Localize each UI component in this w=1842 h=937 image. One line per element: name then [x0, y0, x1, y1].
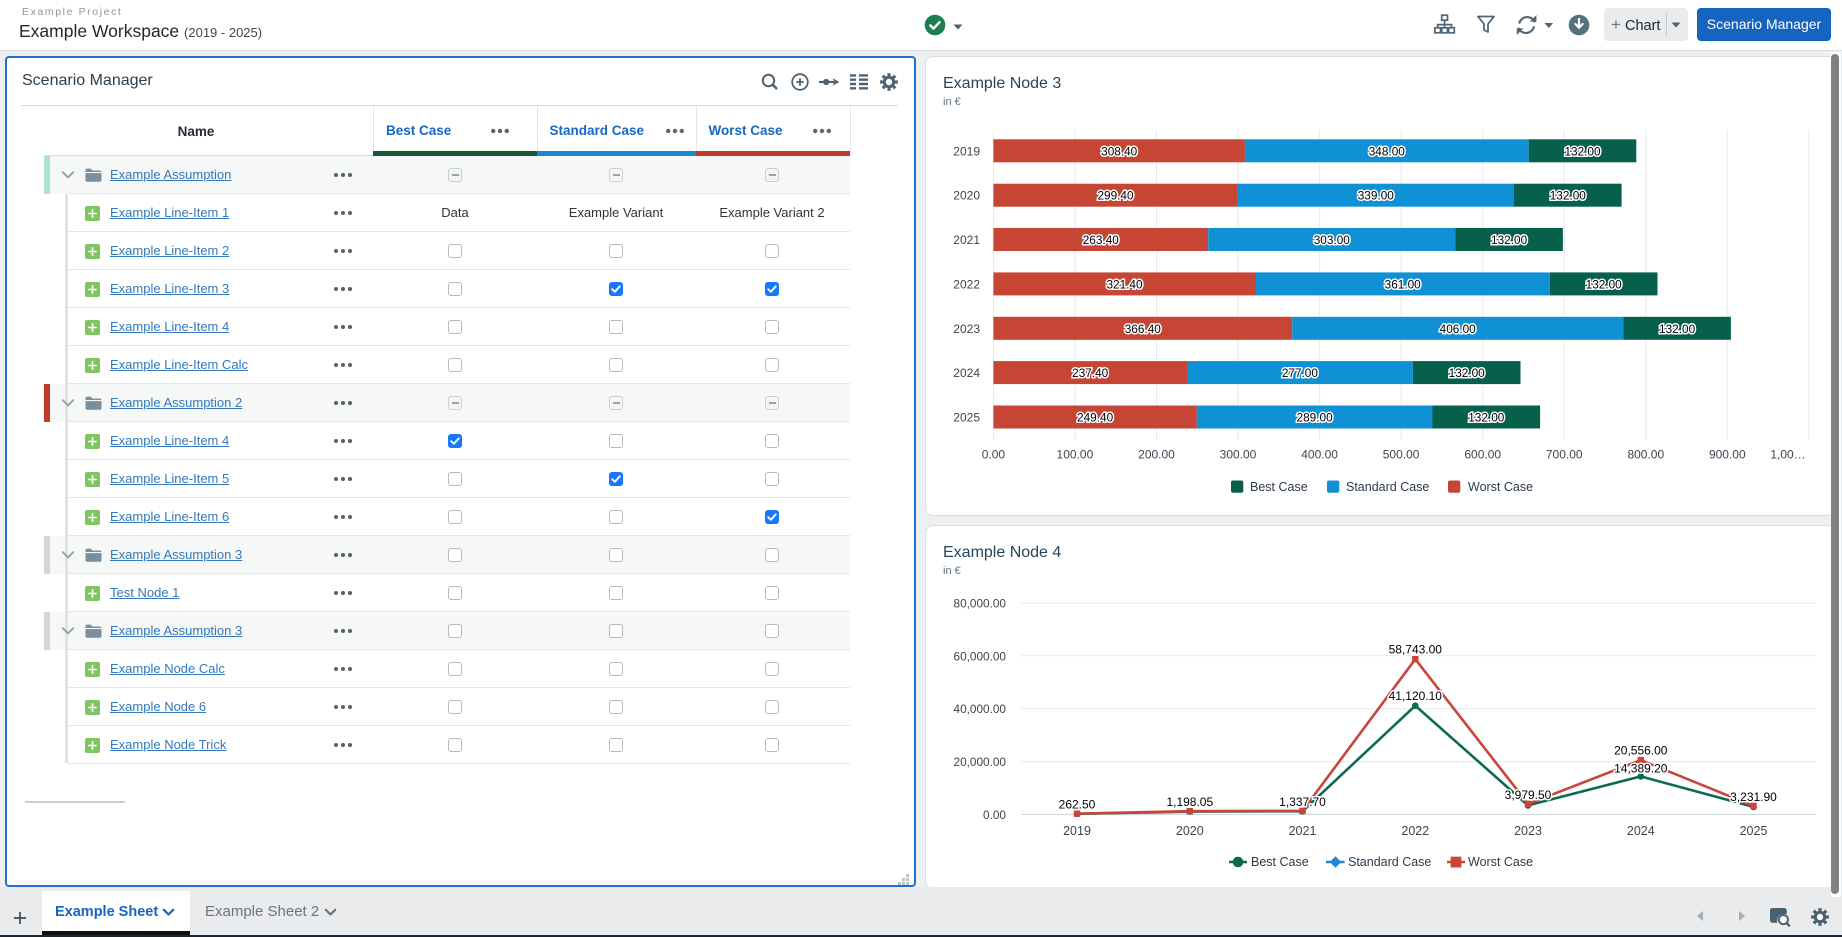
svg-text:262.50: 262.50 — [1059, 798, 1096, 812]
svg-text:132.00: 132.00 — [1586, 277, 1623, 291]
svg-text:in €: in € — [943, 565, 961, 577]
svg-text:20,000.00: 20,000.00 — [954, 755, 1007, 769]
svg-text:Best Case: Best Case — [1251, 855, 1309, 869]
svg-text:1,00…: 1,00… — [1770, 448, 1805, 462]
svg-text:Worst Case: Worst Case — [1468, 480, 1533, 494]
svg-text:2025: 2025 — [1740, 824, 1768, 838]
svg-text:263.40: 263.40 — [1083, 233, 1120, 247]
svg-text:Example Node 4: Example Node 4 — [943, 544, 1061, 561]
svg-text:2022: 2022 — [953, 277, 980, 291]
svg-text:132.00: 132.00 — [1491, 233, 1528, 247]
svg-text:40,000.00: 40,000.00 — [954, 702, 1007, 716]
svg-text:Standard Case: Standard Case — [1346, 480, 1429, 494]
svg-text:2024: 2024 — [1627, 824, 1655, 838]
svg-text:348.00: 348.00 — [1369, 144, 1406, 158]
svg-text:2019: 2019 — [953, 144, 980, 158]
svg-text:2020: 2020 — [953, 189, 980, 203]
svg-text:132.00: 132.00 — [1449, 366, 1486, 380]
svg-text:400.00: 400.00 — [1301, 448, 1338, 462]
svg-text:2021: 2021 — [1289, 824, 1317, 838]
svg-text:237.40: 237.40 — [1072, 366, 1109, 380]
svg-text:41,120.10: 41,120.10 — [1389, 689, 1443, 703]
svg-text:800.00: 800.00 — [1627, 448, 1664, 462]
svg-text:2021: 2021 — [953, 233, 980, 247]
svg-text:58,743.00: 58,743.00 — [1389, 643, 1443, 657]
svg-text:3,231.90: 3,231.90 — [1730, 790, 1777, 804]
svg-text:600.00: 600.00 — [1464, 448, 1501, 462]
svg-text:200.00: 200.00 — [1138, 448, 1175, 462]
svg-text:132.00: 132.00 — [1564, 144, 1601, 158]
svg-text:in €: in € — [943, 96, 961, 108]
svg-text:700.00: 700.00 — [1546, 448, 1583, 462]
svg-text:132.00: 132.00 — [1659, 322, 1696, 336]
svg-text:132.00: 132.00 — [1468, 411, 1505, 425]
svg-text:303.00: 303.00 — [1314, 233, 1351, 247]
svg-text:1,198.05: 1,198.05 — [1166, 795, 1213, 809]
svg-text:Worst Case: Worst Case — [1468, 855, 1533, 869]
svg-text:900.00: 900.00 — [1709, 448, 1746, 462]
svg-text:500.00: 500.00 — [1383, 448, 1420, 462]
svg-text:80,000.00: 80,000.00 — [954, 597, 1007, 611]
svg-text:3,979.50: 3,979.50 — [1505, 788, 1552, 802]
svg-text:406.00: 406.00 — [1440, 322, 1477, 336]
svg-text:2020: 2020 — [1176, 824, 1204, 838]
svg-text:277.00: 277.00 — [1282, 366, 1319, 380]
svg-text:1,337.70: 1,337.70 — [1279, 795, 1326, 809]
svg-text:Example Node 3: Example Node 3 — [943, 75, 1061, 92]
svg-text:0.00: 0.00 — [982, 448, 1006, 462]
svg-text:366.40: 366.40 — [1125, 322, 1162, 336]
svg-text:100.00: 100.00 — [1057, 448, 1094, 462]
svg-text:20,556.00: 20,556.00 — [1614, 744, 1668, 758]
svg-text:289.00: 289.00 — [1297, 411, 1334, 425]
svg-text:2024: 2024 — [953, 366, 980, 380]
svg-text:300.00: 300.00 — [1220, 448, 1257, 462]
svg-text:Best Case: Best Case — [1250, 480, 1308, 494]
svg-text:14,389.20: 14,389.20 — [1614, 761, 1668, 775]
svg-text:2019: 2019 — [1063, 824, 1091, 838]
svg-text:299.40: 299.40 — [1097, 189, 1134, 203]
svg-text:308.40: 308.40 — [1101, 144, 1138, 158]
svg-text:2023: 2023 — [953, 322, 980, 336]
svg-text:2022: 2022 — [1401, 824, 1429, 838]
svg-text:2025: 2025 — [953, 411, 980, 425]
svg-text:249.40: 249.40 — [1077, 411, 1114, 425]
svg-text:339.00: 339.00 — [1358, 189, 1395, 203]
svg-text:361.00: 361.00 — [1385, 277, 1422, 291]
svg-text:321.40: 321.40 — [1106, 277, 1143, 291]
svg-text:60,000.00: 60,000.00 — [954, 649, 1007, 663]
svg-text:2023: 2023 — [1514, 824, 1542, 838]
svg-text:132.00: 132.00 — [1550, 189, 1587, 203]
svg-text:0.00: 0.00 — [983, 808, 1006, 822]
svg-text:Standard Case: Standard Case — [1348, 855, 1431, 869]
